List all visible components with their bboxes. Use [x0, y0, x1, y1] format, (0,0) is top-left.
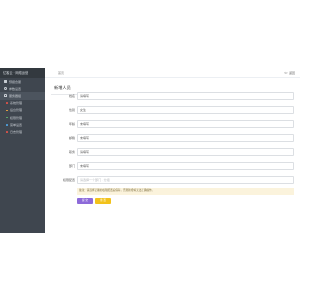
sidebar-subitem-label: 系统管理 [9, 101, 22, 106]
cube-icon [4, 80, 7, 84]
back-arrow-icon: ⇦ [284, 70, 288, 75]
field-label: 性别 [68, 108, 75, 112]
form-row-age: 年龄 未填写 [45, 120, 300, 128]
cog-icon [4, 87, 7, 91]
field-label: 职务 [68, 150, 75, 154]
form-tip: 备注：请选择正确的权限配置后保存，否则新增将无法正确操作。 [77, 188, 294, 195]
field-label: 姓名 [68, 94, 75, 98]
sidebar-title: 亿客云 · 网络运营 [0, 68, 45, 78]
sidebar-subitem-label: 日志管理 [9, 129, 22, 134]
form-row-permission: 权限配置 请选择一个部门 · 分组 [45, 176, 300, 184]
field-label: 年龄 [68, 122, 75, 126]
sidebar-item-settings[interactable]: 参数设置 [0, 85, 45, 92]
sidebar-subitem-label: 菜单设置 [9, 122, 22, 127]
status-dot-icon [6, 123, 8, 126]
back-button[interactable]: ⇦ 返回 [284, 70, 295, 75]
field-label: 权限配置 [62, 178, 75, 182]
form-row-email: 邮箱 未填写 [45, 134, 300, 142]
reset-button[interactable]: 重 置 [95, 198, 111, 204]
status-dot-icon [6, 131, 8, 133]
position-input[interactable]: 请填写 [77, 148, 294, 156]
status-dot-icon [6, 102, 8, 104]
users-icon [4, 94, 7, 98]
top-bar: 首页 ⇦ 返回 [45, 68, 300, 78]
form-row-position: 职务 请填写 [45, 148, 300, 156]
sidebar-item-label: 预报合服 [9, 79, 22, 84]
sidebar-item-label: 参数设置 [9, 86, 22, 91]
form-row-department: 部门 未填写 [45, 162, 300, 170]
form-row-name: 姓名 请填写 [45, 92, 300, 100]
app-window: 亿客云 · 网络运营 预报合服 参数设置 服务器组 系统管理 后台管理 权限管理… [0, 68, 300, 233]
back-button-label: 返回 [288, 70, 295, 75]
sidebar-subitem-menu[interactable]: 菜单设置 [0, 121, 45, 128]
main-content: 首页 ⇦ 返回 新增人员 姓名 请填写 性别 女生 年龄 未填写 邮箱 未填写 … [45, 68, 300, 233]
name-input[interactable]: 请填写 [77, 92, 294, 100]
sidebar-subitem-label: 后台管理 [9, 108, 22, 113]
gender-input[interactable]: 女生 [77, 106, 294, 114]
breadcrumb[interactable]: 首页 [58, 71, 64, 75]
sidebar-item-label: 服务器组 [9, 93, 22, 98]
sidebar-subitem-logs[interactable]: 日志管理 [0, 128, 45, 135]
sidebar: 亿客云 · 网络运营 预报合服 参数设置 服务器组 系统管理 后台管理 权限管理… [0, 68, 45, 233]
form-actions: 提 交 重 置 [77, 198, 111, 204]
submit-button[interactable]: 提 交 [77, 198, 93, 204]
page-title: 新增人员 [54, 85, 71, 90]
form-row-gender: 性别 女生 [45, 106, 300, 114]
status-dot-icon [6, 116, 8, 119]
field-label: 部门 [68, 164, 75, 168]
sidebar-item-server-group[interactable]: 服务器组 [0, 92, 45, 100]
sidebar-subitem-system[interactable]: 系统管理 [0, 100, 45, 107]
sidebar-subitem-backend[interactable]: 后台管理 [0, 107, 45, 114]
sidebar-subitem-permissions[interactable]: 权限管理 [0, 114, 45, 121]
status-dot-icon [6, 109, 8, 112]
field-label: 邮箱 [68, 136, 75, 140]
sidebar-subitem-label: 权限管理 [9, 115, 22, 120]
age-input[interactable]: 未填写 [77, 120, 294, 128]
permission-select[interactable]: 请选择一个部门 · 分组 [77, 176, 294, 184]
sidebar-item-forecast[interactable]: 预报合服 [0, 78, 45, 85]
email-input[interactable]: 未填写 [77, 134, 294, 142]
department-input[interactable]: 未填写 [77, 162, 294, 170]
